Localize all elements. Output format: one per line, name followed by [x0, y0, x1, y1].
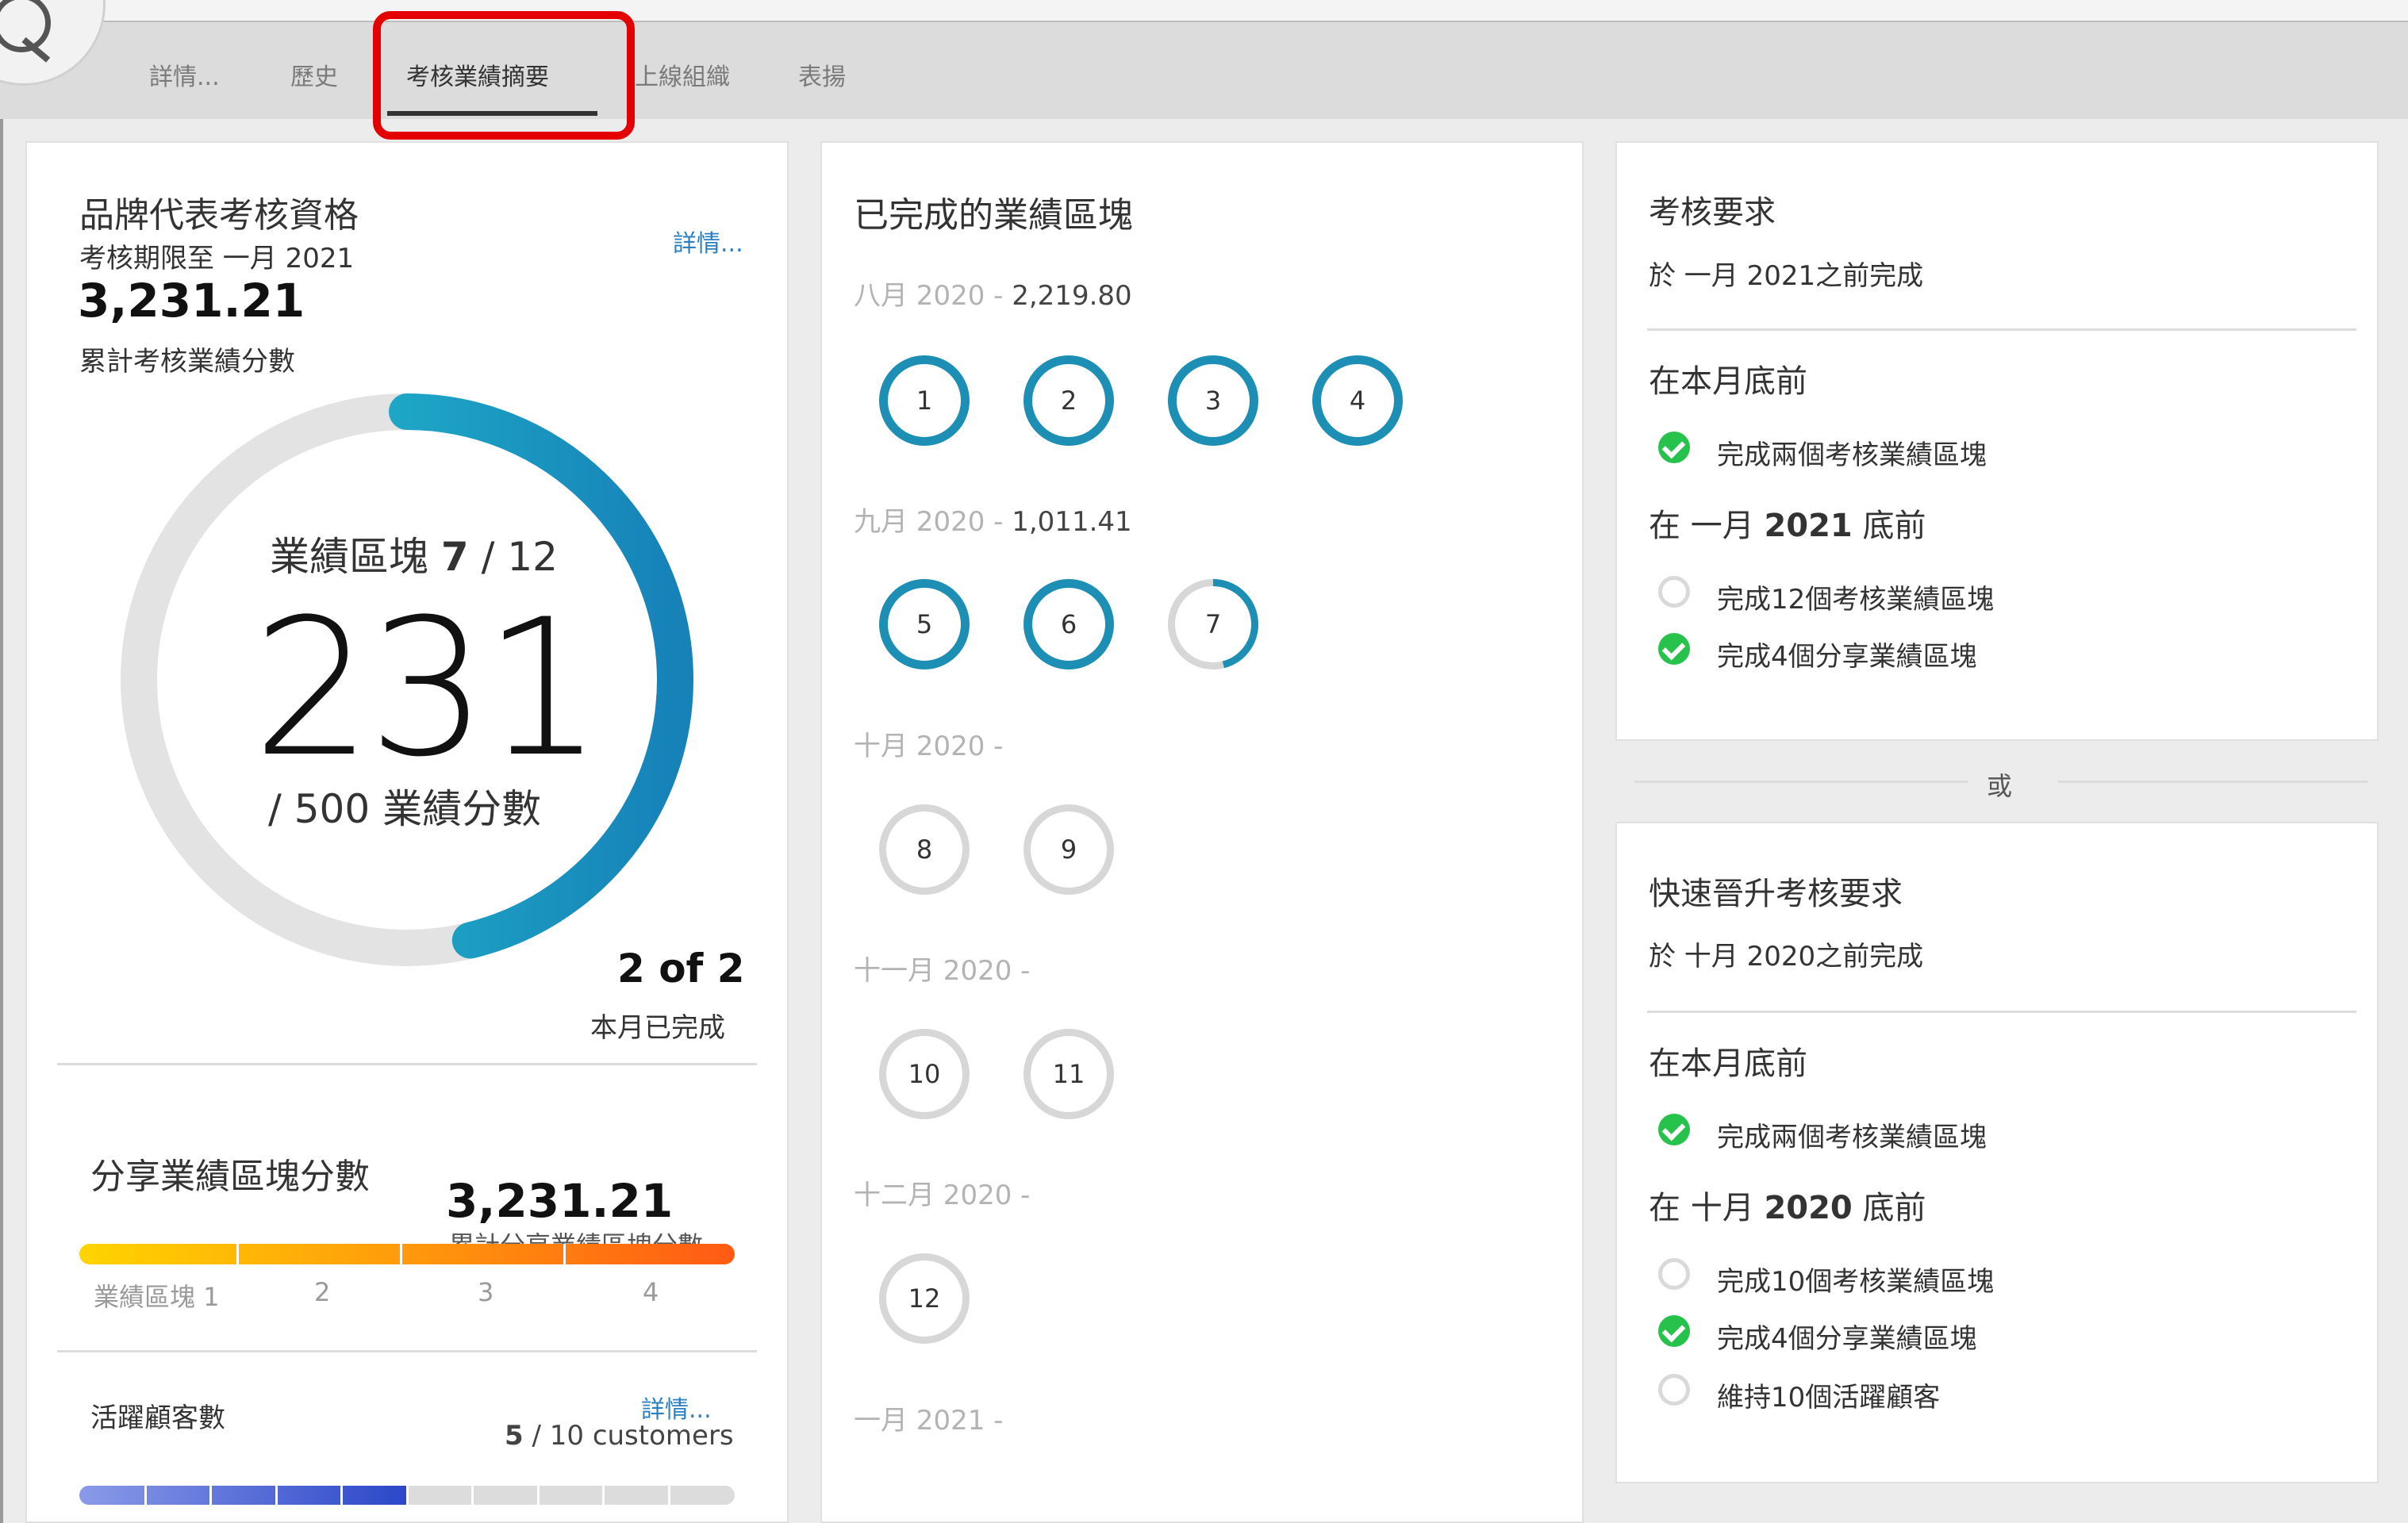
highlight-annotation	[373, 11, 635, 140]
divider	[57, 1063, 757, 1065]
month-count: 2 of 2	[617, 946, 745, 992]
tab-history[interactable]: 歷史	[290, 57, 338, 92]
total-points-label: 累計考核業績分數	[79, 346, 295, 378]
divider	[57, 1350, 757, 1352]
fast-track-section2-title: 在 十月 2020 底前	[1649, 1190, 1926, 1226]
shared-blocks-bar	[79, 1244, 735, 1264]
divider	[1647, 328, 2356, 331]
qualification-title: 品牌代表考核資格	[79, 195, 359, 236]
block-1[interactable]: 1	[879, 355, 970, 446]
qualification-details-link[interactable]: 詳情...	[673, 224, 743, 259]
tab-recognition[interactable]: 表揚	[798, 57, 846, 92]
shared-bar-label-4: 4	[643, 1277, 659, 1307]
block-3[interactable]: 3	[1168, 355, 1258, 446]
shared-blocks-title: 分享業績區塊分數	[90, 1157, 370, 1197]
month-label-nov: 十一月 2020 -	[854, 955, 1031, 987]
check-empty-icon	[1658, 1374, 1690, 1406]
block-12[interactable]: 12	[879, 1253, 970, 1344]
gauge-blocks-label: 業績區塊	[270, 534, 428, 580]
window-left-edge	[0, 119, 3, 1523]
requirements-section2-title: 在 一月 2021 底前	[1649, 508, 1926, 544]
total-points: 3,231.21	[78, 274, 305, 328]
gauge-points: 231	[252, 579, 603, 799]
fast-track-section1-title: 在本月底前	[1649, 1045, 1807, 1082]
active-customers-count: 5	[505, 1420, 524, 1452]
check-done-icon	[1658, 1315, 1690, 1347]
block-2[interactable]: 2	[1023, 355, 1114, 446]
block-6[interactable]: 6	[1023, 579, 1114, 669]
or-label: 或	[1987, 771, 2013, 801]
fast-track-subtitle: 於 十月 2020之前完成	[1649, 941, 1924, 972]
gauge-blocks-total: / 12	[481, 534, 558, 580]
or-divider-right	[2058, 781, 2368, 783]
fast-track-item: 完成10個考核業績區塊	[1717, 1266, 1995, 1298]
active-customers-count-line: 5 / 10 customers	[505, 1420, 734, 1452]
tab-details[interactable]: 詳情...	[149, 57, 220, 92]
block-4[interactable]: 4	[1312, 355, 1403, 446]
requirements-title: 考核要求	[1649, 194, 1776, 231]
fast-track-item: 完成4個分享業績區塊	[1717, 1323, 1977, 1355]
active-customers-bar-fill	[79, 1486, 407, 1505]
requirements-item: 完成4個分享業績區塊	[1717, 641, 1977, 673]
month-label-sep: 九月 2020 - 1,011.41	[854, 506, 1132, 538]
gauge-points-target: / 500 業績分數	[268, 786, 542, 832]
block-5[interactable]: 5	[879, 579, 970, 669]
requirements-section1-title: 在本月底前	[1649, 363, 1807, 400]
block-7-progress	[1168, 579, 1258, 669]
month-count-label: 本月已完成	[590, 1012, 725, 1044]
month-label-oct: 十月 2020 -	[854, 731, 1004, 762]
block-11[interactable]: 11	[1023, 1029, 1114, 1119]
or-divider-left	[1634, 781, 1968, 783]
active-customers-title: 活躍顧客數	[90, 1402, 225, 1434]
completed-blocks-title: 已完成的業績區塊	[854, 195, 1133, 236]
block-10[interactable]: 10	[879, 1029, 970, 1119]
check-done-icon	[1658, 432, 1690, 463]
check-done-icon	[1658, 633, 1690, 665]
tab-upline[interactable]: 上線組織	[635, 57, 730, 92]
shared-bar-label-1: 業績區塊 1	[94, 1282, 220, 1312]
requirements-item: 完成12個考核業績區塊	[1717, 584, 1995, 616]
divider	[1647, 1011, 2356, 1013]
check-empty-icon	[1658, 576, 1690, 608]
gauge-blocks-done: 7	[440, 534, 469, 580]
fast-track-item: 維持10個活躍顧客	[1717, 1382, 1941, 1414]
check-empty-icon	[1658, 1258, 1690, 1290]
month-label-jan: 一月 2021 -	[854, 1405, 1004, 1437]
shared-bar-label-3: 3	[478, 1277, 494, 1307]
fast-track-title: 快速晉升考核要求	[1649, 876, 1903, 912]
window-top-edge	[0, 0, 2408, 22]
month-label-dec: 十二月 2020 -	[854, 1180, 1031, 1211]
active-customers-bar	[79, 1486, 735, 1505]
requirements-item: 完成兩個考核業績區塊	[1717, 439, 1987, 471]
month-label-aug: 八月 2020 - 2,219.80	[854, 280, 1132, 312]
fast-track-item: 完成兩個考核業績區塊	[1717, 1122, 1987, 1153]
active-customers-suffix: / 10 customers	[532, 1420, 734, 1452]
gauge-blocks-line: 業績區塊 7 / 12	[270, 525, 558, 582]
shared-bar-label-2: 2	[314, 1277, 331, 1307]
block-9[interactable]: 9	[1023, 804, 1114, 895]
shared-blocks-points: 3,231.21	[446, 1174, 674, 1228]
qualification-deadline: 考核期限至 一月 2021	[79, 243, 355, 274]
requirements-subtitle: 於 一月 2021之前完成	[1649, 260, 1924, 292]
check-done-icon	[1658, 1114, 1690, 1145]
block-8[interactable]: 8	[879, 804, 970, 895]
